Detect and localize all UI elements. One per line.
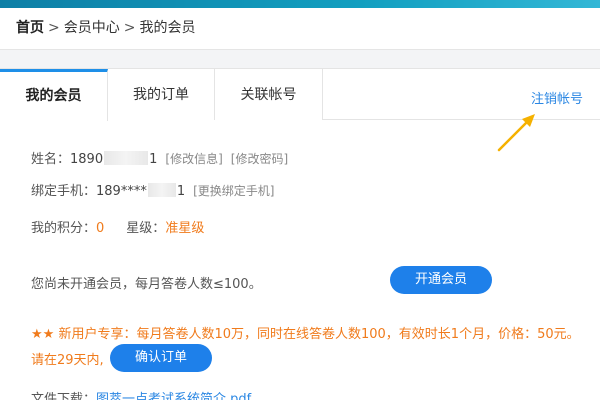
tab-my-membership[interactable]: 我的会员	[0, 69, 108, 121]
name-prefix: 1890	[70, 152, 104, 167]
points-value: 0	[96, 221, 105, 236]
name-suffix: 1	[149, 152, 158, 167]
edit-password-link[interactable]: [修改密码]	[231, 152, 288, 166]
name-label: 姓名：	[31, 152, 71, 167]
points-row: 我的积分：0 星级：准星级	[31, 217, 204, 236]
breadcrumb-member-center[interactable]: 会员中心	[64, 20, 120, 36]
breadcrumb-separator: >	[48, 20, 60, 36]
breadcrumb-current: 我的会员	[139, 20, 196, 36]
top-accent-bar	[0, 0, 600, 8]
tab-linked-accounts[interactable]: 关联帐号	[215, 69, 323, 120]
phone-suffix: 1	[176, 184, 186, 199]
file-download-row: 文件下载：图萃一点考试系统简介.pdf	[31, 388, 251, 400]
phone-row: 绑定手机：189**** 1 [更换绑定手机]	[31, 180, 275, 199]
breadcrumb-separator: >	[123, 20, 136, 36]
breadcrumb-home[interactable]: 首页	[16, 20, 44, 36]
file-download-label: 文件下载：	[31, 392, 97, 400]
phone-mask	[147, 183, 176, 197]
confirm-order-button[interactable]: 确认订单	[110, 344, 212, 372]
change-phone-link[interactable]: [更换绑定手机]	[193, 184, 274, 198]
new-user-offer: ★★ 新用户专享：每月答卷人数10万，同时在线答卷人数100，有效时长1个月，价…	[31, 327, 580, 342]
name-mask	[104, 151, 149, 165]
tab-my-orders[interactable]: 我的订单	[108, 69, 215, 120]
activate-membership-button[interactable]: 开通会员	[390, 266, 492, 294]
level-value: 准星级	[165, 221, 205, 236]
points-label: 我的积分：	[31, 221, 97, 236]
cancel-account-link[interactable]: 注销帐号	[531, 88, 583, 107]
phone-label: 绑定手机：	[31, 184, 97, 199]
membership-notice: 您尚未开通会员，每月答卷人数≤100。	[31, 277, 262, 292]
edit-info-link[interactable]: [修改信息]	[165, 152, 222, 166]
name-row: 姓名：1890 1 [修改信息] [修改密码]	[31, 148, 288, 167]
file-download-link[interactable]: 图萃一点考试系统简介.pdf	[96, 392, 251, 400]
breadcrumb: 首页 > 会员中心 > 我的会员	[0, 8, 600, 50]
annotation-arrow-icon	[497, 114, 535, 152]
phone-prefix: 189****	[96, 184, 147, 199]
level-label: 星级：	[126, 221, 166, 236]
offer-deadline: 请在29天内,	[31, 353, 104, 368]
